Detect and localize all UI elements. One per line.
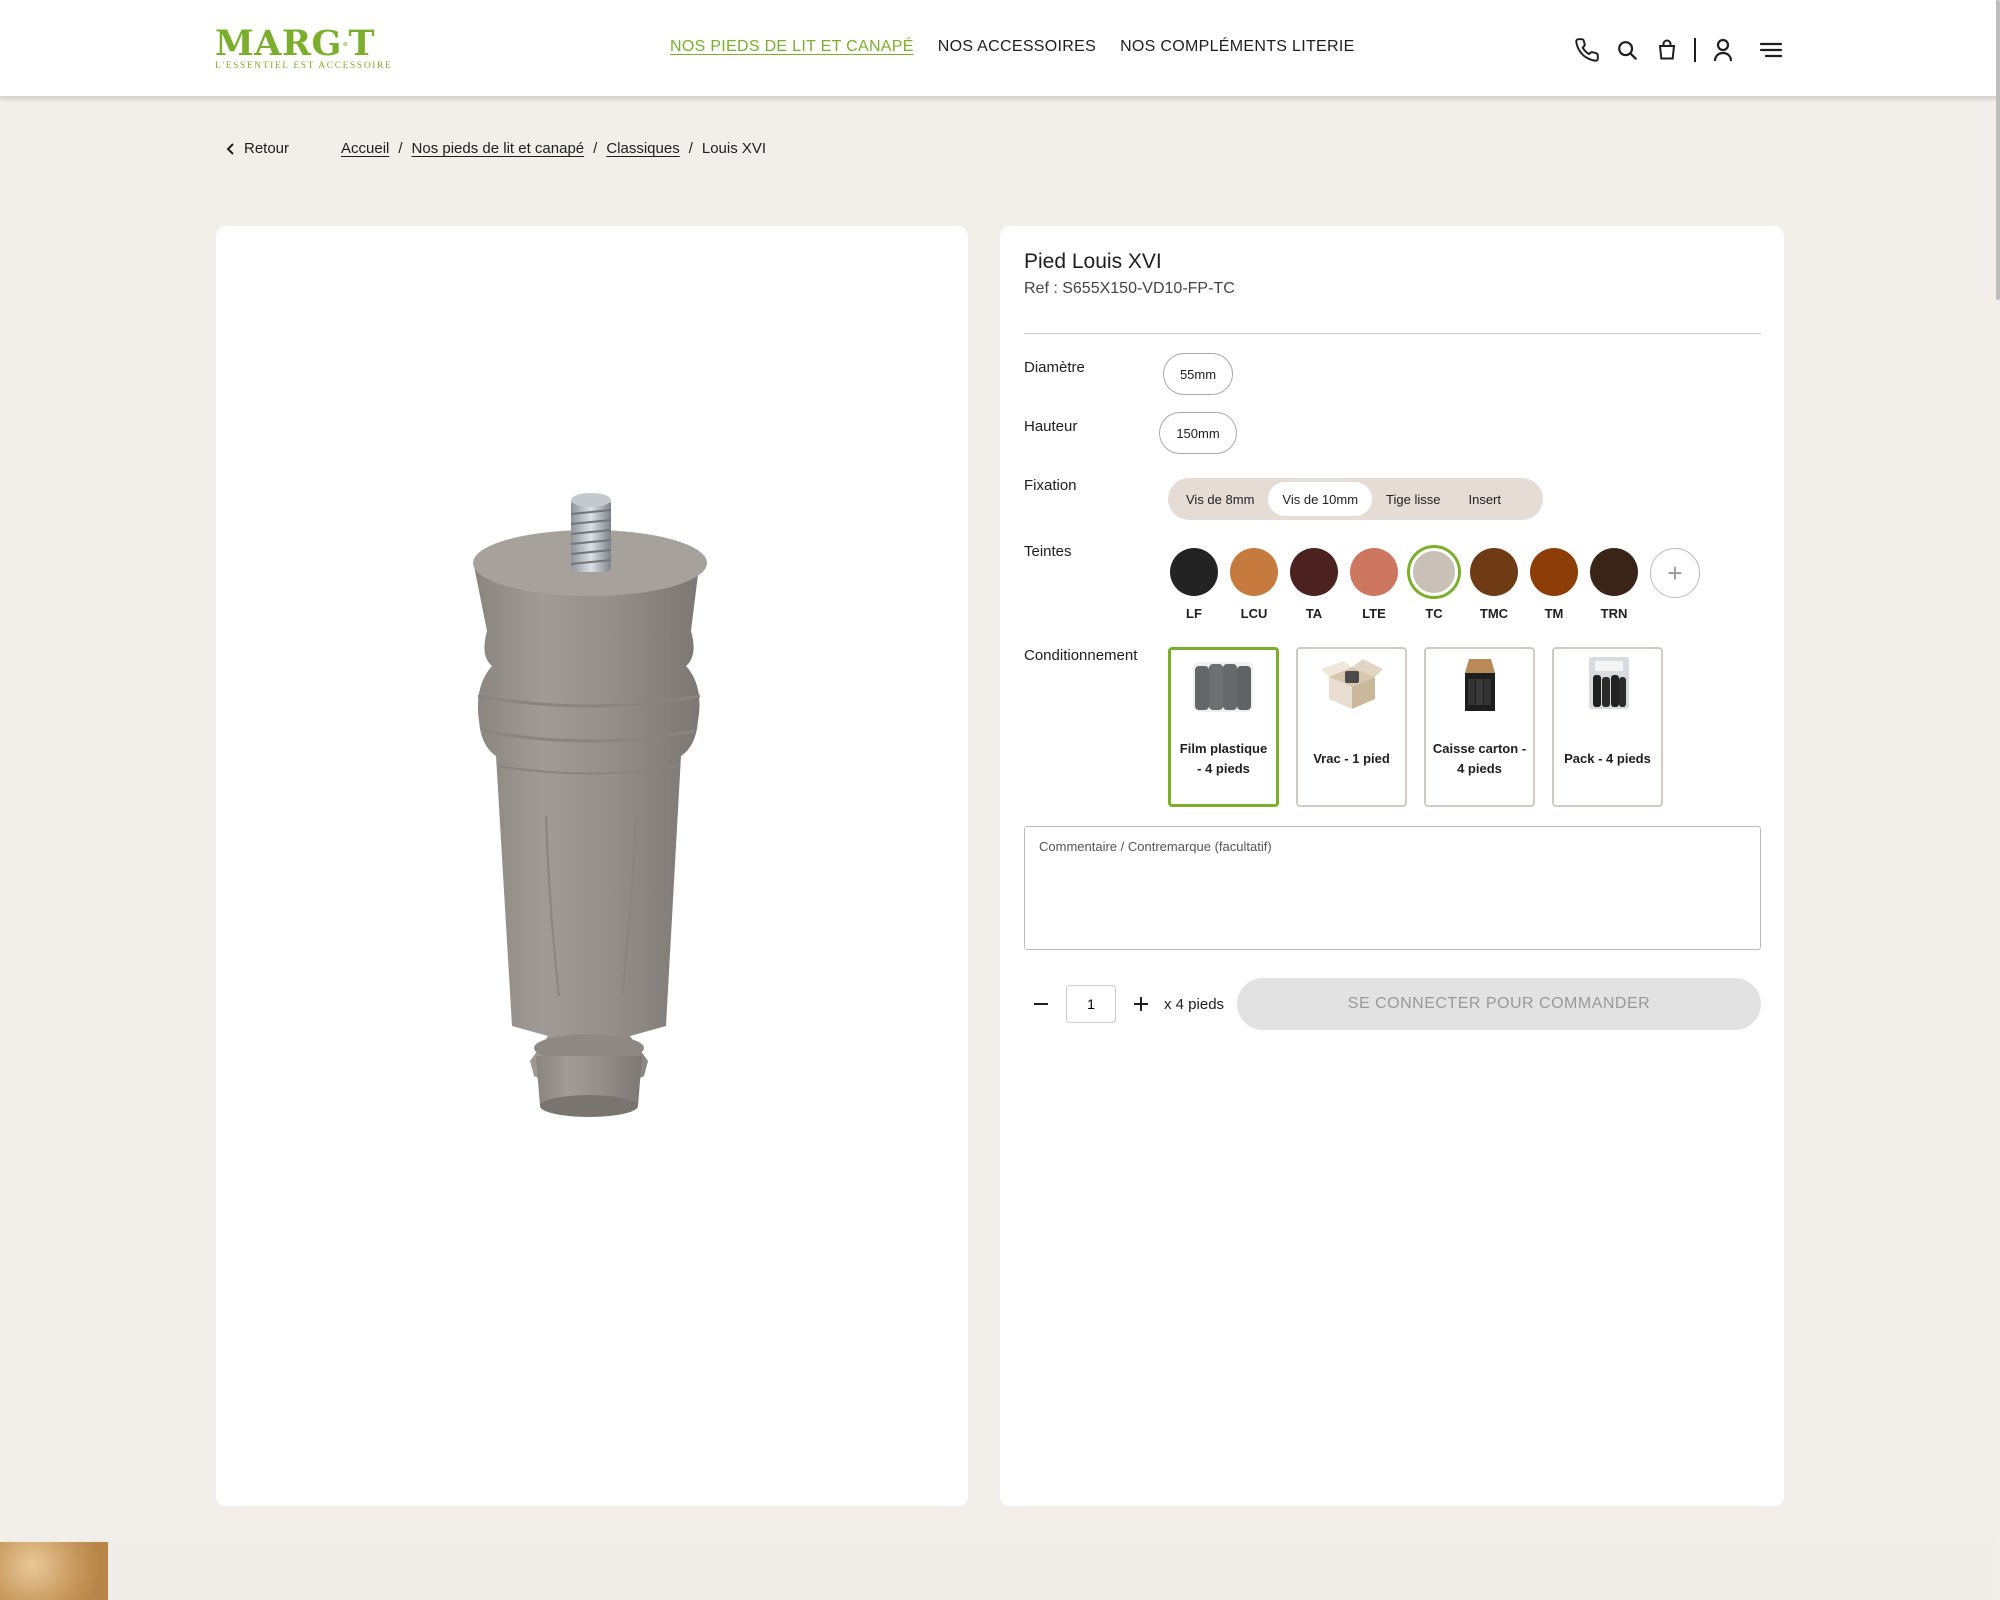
box-open-image: [1320, 659, 1383, 709]
header-icons: [1572, 34, 1786, 66]
tint-color: [1350, 548, 1398, 596]
tint-code: TC: [1425, 606, 1443, 621]
tint-color: [1530, 548, 1578, 596]
product-image-panel: [216, 226, 968, 1506]
comment-field[interactable]: [1024, 826, 1761, 950]
tint-swatch[interactable]: TMC: [1470, 548, 1518, 621]
footer-band: [0, 1540, 1996, 1600]
film-pack-image: [1192, 662, 1253, 712]
nav-pieds-de-lit[interactable]: NOS PIEDS DE LIT ET CANAPÉ: [670, 38, 914, 56]
quantity-unit-label: x 4 pieds: [1164, 995, 1225, 1013]
breadcrumb-separator: /: [398, 140, 403, 157]
header-divider: [1694, 38, 1696, 62]
tint-color: [1590, 548, 1638, 596]
breadcrumb-separator: /: [593, 140, 598, 157]
packaging-vrac[interactable]: Vrac - 1 pied: [1296, 647, 1407, 807]
tint-color: [1290, 548, 1338, 596]
tint-color: [1410, 548, 1458, 596]
tint-code: LF: [1186, 606, 1202, 621]
tint-code: TRN: [1600, 606, 1628, 621]
tint-code: LCU: [1240, 606, 1268, 621]
phone-icon[interactable]: [1572, 35, 1602, 65]
tint-swatch[interactable]: TA: [1290, 548, 1338, 621]
packaging-pack[interactable]: Pack - 4 pieds: [1552, 647, 1663, 807]
height-option[interactable]: 150mm: [1159, 412, 1237, 454]
diameter-option[interactable]: 55mm: [1163, 353, 1233, 395]
fixation-vis-8mm[interactable]: Vis de 8mm: [1172, 482, 1268, 516]
product-title: Pied Louis XVI: [1024, 250, 1162, 273]
increase-quantity-plus-icon[interactable]: [1124, 987, 1158, 1021]
main-nav: NOS PIEDS DE LIT ET CANAPÉ NOS ACCESSOIR…: [670, 38, 1355, 56]
breadcrumb-accueil[interactable]: Accueil: [341, 140, 389, 157]
login-to-order-button[interactable]: SE CONNECTER POUR COMMANDER: [1237, 978, 1761, 1030]
order-row: x 4 pieds SE CONNECTER POUR COMMANDER: [1024, 978, 1761, 1030]
search-icon[interactable]: [1612, 35, 1642, 65]
logo-text-start: MARG: [215, 23, 342, 64]
user-icon[interactable]: [1708, 35, 1738, 65]
logo-text-end: T: [348, 23, 375, 64]
tint-swatches: LF LCU TA LTE TC TMC TM TRN +: [1170, 548, 1700, 621]
diameter-label: Diamètre: [1024, 359, 1085, 376]
tint-color: [1230, 548, 1278, 596]
chevron-left-icon: [226, 142, 234, 155]
carton-box-image: [1464, 659, 1495, 711]
tint-swatch[interactable]: TC: [1410, 548, 1458, 621]
tint-color: [1170, 548, 1218, 596]
packaging-film-plastique[interactable]: Film plastique - 4 pieds: [1168, 647, 1279, 807]
breadcrumb-pieds[interactable]: Nos pieds de lit et canapé: [412, 140, 585, 157]
pack-bag-image: [1588, 657, 1629, 709]
site-header: MARG T L'ESSENTIEL EST ACCESSOIRE NOS PI…: [0, 0, 1996, 98]
product-info-panel: Pied Louis XVI Ref : S655X150-VD10-FP-TC…: [1000, 226, 1784, 1506]
tint-swatch[interactable]: LTE: [1350, 548, 1398, 621]
breadcrumb-separator: /: [688, 140, 693, 157]
tint-color: [1470, 548, 1518, 596]
back-label: Retour: [244, 140, 290, 157]
decrease-quantity-minus-icon[interactable]: [1024, 987, 1058, 1021]
packaging-caisse-carton[interactable]: Caisse carton - 4 pieds: [1424, 647, 1535, 807]
margot-logo[interactable]: MARG T L'ESSENTIEL EST ACCESSOIRE: [215, 23, 393, 74]
packaging-label-film: Film plastique - 4 pieds: [1179, 741, 1268, 776]
fixation-vis-10mm[interactable]: Vis de 10mm: [1268, 482, 1373, 516]
breadcrumb: Accueil / Nos pieds de lit et canapé / C…: [341, 140, 766, 157]
fixation-insert[interactable]: Insert: [1454, 482, 1515, 516]
menu-icon[interactable]: [1756, 35, 1786, 65]
footer-thumbnail-image: [0, 1542, 108, 1600]
cart-icon[interactable]: [1652, 35, 1682, 65]
packaging-label: Conditionnement: [1024, 647, 1138, 664]
tint-code: TMC: [1479, 606, 1509, 621]
product-reference: Ref : S655X150-VD10-FP-TC: [1024, 280, 1235, 297]
product-leg-image[interactable]: [216, 226, 968, 1506]
packaging-label-pack: Pack - 4 pieds: [1564, 751, 1651, 766]
breadcrumb-current: Louis XVI: [701, 140, 767, 157]
height-label: Hauteur: [1024, 418, 1078, 435]
fixation-label: Fixation: [1024, 477, 1077, 494]
packaging-label-vrac: Vrac - 1 pied: [1313, 751, 1390, 766]
nav-accessoires[interactable]: NOS ACCESSOIRES: [938, 38, 1096, 56]
tint-swatch[interactable]: TM: [1530, 548, 1578, 621]
packaging-label-caisse: Caisse carton - 4 pieds: [1432, 741, 1527, 776]
tints-label: Teintes: [1024, 543, 1072, 560]
tint-swatch[interactable]: LCU: [1230, 548, 1278, 621]
logo-swirl-icon: [343, 42, 348, 47]
page-scrollbar[interactable]: [1996, 0, 2000, 300]
logo-tagline: L'ESSENTIEL EST ACCESSOIRE: [215, 61, 393, 71]
tint-swatch[interactable]: TRN: [1590, 548, 1638, 621]
tint-code: TA: [1305, 606, 1323, 621]
nav-complements-literie[interactable]: NOS COMPLÉMENTS LITERIE: [1120, 38, 1355, 56]
divider: [1024, 333, 1761, 334]
tint-code: TM: [1544, 606, 1564, 621]
fixation-tige-lisse[interactable]: Tige lisse: [1372, 482, 1454, 516]
quantity-input[interactable]: [1066, 985, 1116, 1023]
tint-swatch[interactable]: LF: [1170, 548, 1218, 621]
fixation-selector: Vis de 8mm Vis de 10mm Tige lisse Insert: [1168, 478, 1543, 520]
tint-code: LTE: [1362, 606, 1386, 621]
back-link[interactable]: Retour: [226, 140, 289, 157]
more-tints-plus-icon[interactable]: +: [1650, 548, 1700, 598]
breadcrumb-classiques[interactable]: Classiques: [606, 140, 679, 157]
packaging-options: Film plastique - 4 pieds Vrac - 1 pied C…: [1168, 647, 1663, 807]
